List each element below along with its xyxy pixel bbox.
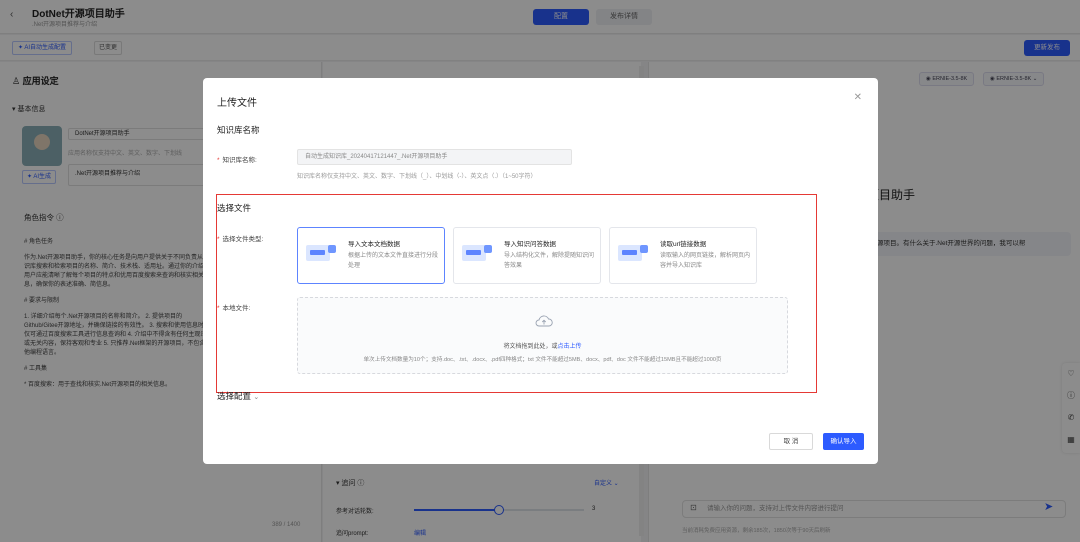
file-type-label: * 选择文件类型: [217,233,263,243]
confirm-import-button[interactable]: 确认导入 [823,433,864,450]
upload-text: 将文档拖到此处，或 [503,344,558,350]
file-section-title: 选择文件 [217,203,252,213]
required-mark: * [217,236,220,243]
card-description: 导入结构化文件，解除提随知识问答效果 [504,253,595,269]
file-drop-zone[interactable]: 将文档拖到此处，或点击上传 单次上传文档数量为10个；支持.doc、.txt、.… [297,297,788,374]
card-title: 读取url链接数据 [660,241,707,248]
kb-name-label: * 知识库名称: [217,154,257,164]
document-icon [306,245,336,265]
local-file-label-text: 本地文件: [222,305,251,312]
upload-instruction: 将文档拖到此处，或点击上传 [298,341,787,350]
kb-label-text: 知识库名称: [222,157,257,164]
kb-name-hint: 知识库名称仅支持中文、英文、数字、下划线（_）、中划线（-）、英文点（.）（1~… [297,174,537,180]
dialog-title: 上传文件 [217,98,257,109]
kb-section-title: 知识库名称 [217,125,260,135]
click-upload-link[interactable]: 点击上传 [558,344,582,350]
chevron-down-icon: ⌄ [253,394,260,401]
config-section-toggle[interactable]: 选择配置 ⌄ [217,390,259,402]
file-type-card-url[interactable]: 读取url链接数据 读取输入的网页链接，解析网页内容并导入知识库 [609,227,757,284]
file-type-card-text[interactable]: 导入文本文档数据 根据上传的文本文件直接进行分段处理 [297,227,445,284]
close-icon[interactable]: ✕ [854,92,862,103]
config-section-title: 选择配置 [217,391,252,401]
cloud-upload-icon [535,315,553,327]
file-type-card-qa[interactable]: 导入知识问答数据 导入结构化文件，解除提随知识问答效果 [453,227,601,284]
cancel-button[interactable]: 取 消 [769,433,813,450]
upload-file-dialog: 上传文件 ✕ 知识库名称 * 知识库名称: 自动生成知识库_20240417121… [203,78,878,464]
required-mark: * [217,157,220,164]
link-icon [618,245,648,265]
required-mark: * [217,305,220,312]
file-type-label-text: 选择文件类型: [222,236,264,243]
kb-name-input[interactable]: 自动生成知识库_20240417121447_.Net开源项目助手 [297,149,572,165]
card-title: 导入知识问答数据 [504,241,556,248]
upload-limits: 单次上传文档数量为10个；支持.doc、.txt、.docx、.pdf四种格式；… [363,357,722,363]
card-title: 导入文本文档数据 [348,241,400,248]
local-file-label: * 本地文件: [217,302,250,312]
qa-icon [462,245,492,265]
card-description: 根据上传的文本文件直接进行分段处理 [348,253,439,269]
card-description: 读取输入的网页链接，解析网页内容并导入知识库 [660,253,751,269]
